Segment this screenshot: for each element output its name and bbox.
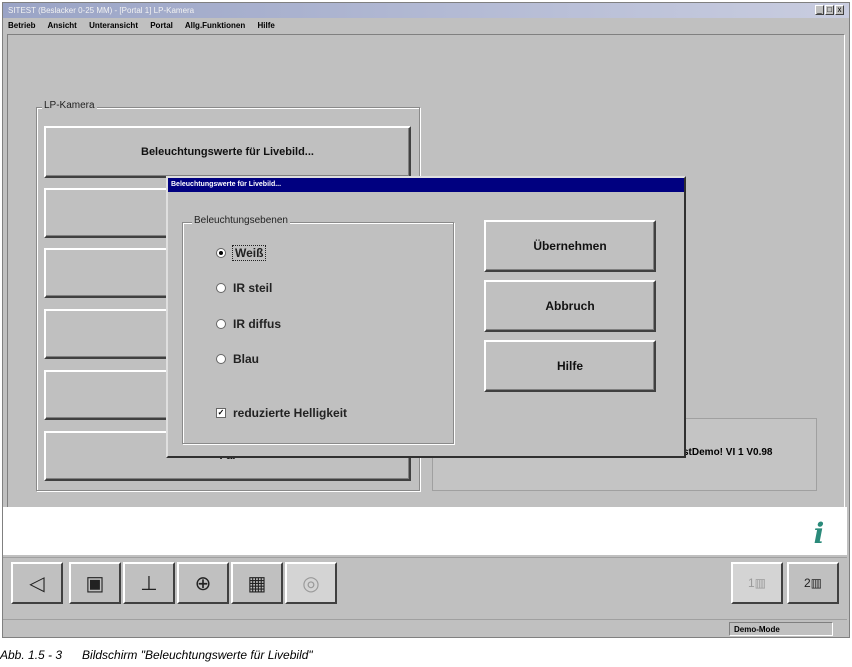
radio-blue-label: Blau <box>233 352 260 366</box>
illumination-dialog: Beleuchtungswerte für Livebild... Beleuc… <box>166 176 686 458</box>
window-title: SITEST (Beslacker 0-25 MM) - [Portal 1] … <box>8 6 195 15</box>
menu-hilfe[interactable]: Hilfe <box>258 21 275 30</box>
lp-kamera-group-title: LP-Kamera <box>42 100 97 111</box>
menu-portal[interactable]: Portal <box>150 21 173 30</box>
dialog-title: Beleuchtungswerte für Livebild... <box>171 181 282 188</box>
checkbox-indicator: ✓ <box>216 408 226 418</box>
demo-mode-status: Demo-Mode <box>729 622 833 636</box>
status-bar: Demo-Mode <box>3 619 847 637</box>
maximize-button[interactable]: □ <box>825 5 834 15</box>
radio-ir-steep[interactable]: IR steil <box>216 281 272 295</box>
illumination-levels-title: Beleuchtungsebenen <box>192 215 290 226</box>
radio-ir-diffuse-label: IR diffus <box>233 317 281 331</box>
menu-allg-funktionen[interactable]: Allg.Funktionen <box>185 21 245 30</box>
portal-1-icon[interactable]: 1▥ <box>731 562 783 604</box>
portal-2-icon[interactable]: 2▥ <box>787 562 839 604</box>
radio-white-indicator <box>216 248 226 258</box>
bottom-toolbar: ◁ ▣ ⊥ ⊕ ▦ ◎ 1▥ 2▥ <box>3 557 847 607</box>
radio-ir-steep-label: IR steil <box>233 281 273 295</box>
menu-ansicht[interactable]: Ansicht <box>48 21 77 30</box>
radio-white[interactable]: Weiß <box>216 245 267 261</box>
teach-position-icon[interactable]: ▣ <box>69 562 121 604</box>
menu-unteransicht[interactable]: Unteransicht <box>89 21 138 30</box>
cancel-button[interactable]: Abbruch <box>484 280 656 332</box>
back-arrow-icon[interactable]: ◁ <box>11 562 63 604</box>
info-icon[interactable]: i <box>808 520 830 548</box>
axes-icon[interactable]: ⊥ <box>123 562 175 604</box>
radio-ir-diffuse-indicator <box>216 319 226 329</box>
radio-blue-indicator <box>216 354 226 364</box>
reduced-brightness-checkbox[interactable]: ✓ reduzierte Helligkeit <box>216 406 347 420</box>
camera-icon: ◎ <box>285 562 337 604</box>
radio-white-label: Weiß <box>231 245 267 261</box>
apply-button[interactable]: Übernehmen <box>484 220 656 272</box>
help-button[interactable]: Hilfe <box>484 340 656 392</box>
radio-ir-diffuse[interactable]: IR diffus <box>216 317 281 331</box>
menu-bar: Betrieb Ansicht Unteransicht Portal Allg… <box>3 19 849 33</box>
crosshair-icon[interactable]: ⊕ <box>177 562 229 604</box>
version-text: stDemo! VI 1 V0.98 <box>683 447 773 458</box>
illumination-values-button[interactable]: Beleuchtungswerte für Livebild... <box>44 126 411 178</box>
grid-icon[interactable]: ▦ <box>231 562 283 604</box>
radio-blue[interactable]: Blau <box>216 352 259 366</box>
menu-betrieb[interactable]: Betrieb <box>8 21 36 30</box>
minimize-button[interactable]: _ <box>815 5 824 15</box>
close-button[interactable]: x <box>835 5 844 15</box>
dialog-titlebar: Beleuchtungswerte für Livebild... <box>168 178 684 192</box>
message-band <box>3 507 847 555</box>
reduced-brightness-label: reduzierte Helligkeit <box>233 406 348 420</box>
window-titlebar: SITEST (Beslacker 0-25 MM) - [Portal 1] … <box>3 3 849 18</box>
radio-ir-steep-indicator <box>216 283 226 293</box>
figure-caption: Abb. 1.5 - 3 Bildschirm "Beleuchtungswer… <box>0 648 313 662</box>
